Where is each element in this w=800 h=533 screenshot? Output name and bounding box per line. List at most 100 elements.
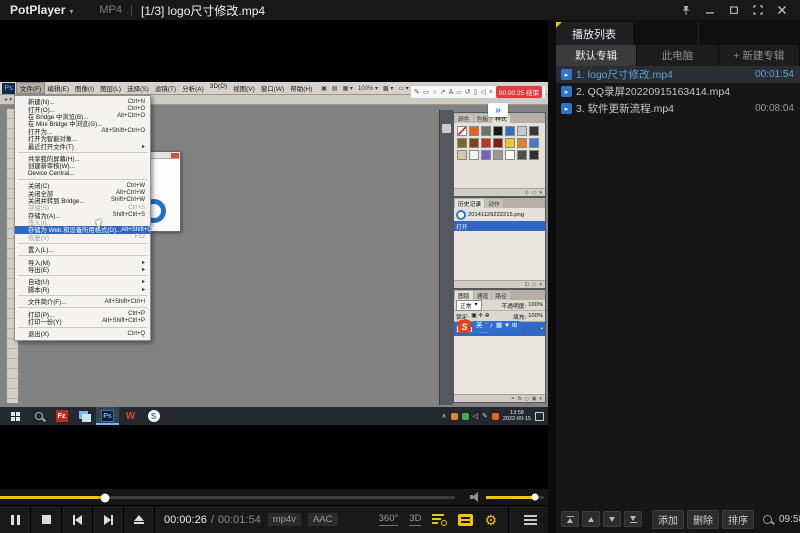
subtitle-button[interactable] <box>458 514 473 526</box>
filezilla-icon: Fz <box>50 407 73 425</box>
playlist-item[interactable]: ▸1. logo尺寸修改.mp400:01:54 <box>556 66 800 83</box>
move-down-button[interactable] <box>603 511 621 527</box>
audio-codec-badge: AAC <box>308 513 338 526</box>
taskbar-search-icon <box>27 407 50 425</box>
media-file-icon: ▸ <box>561 86 572 97</box>
open-eject-button[interactable] <box>124 506 155 533</box>
playlist-search-icon[interactable] <box>432 514 447 526</box>
style-swatch <box>469 150 479 160</box>
playlist-search-button[interactable] <box>763 515 772 524</box>
recorder-tool-icon: A <box>449 89 454 96</box>
mode-360-button[interactable]: 360° <box>379 513 399 526</box>
ps-menu-item: 图像(I) <box>72 83 97 93</box>
ps-logo: Ps <box>2 83 15 94</box>
style-swatch <box>505 150 515 160</box>
volume-knob[interactable] <box>532 494 539 501</box>
menu-item-shortcut: Ctrl+W <box>127 183 146 189</box>
playlist-item[interactable]: ▸ 2. QQ录屏20220915163414.mp4 <box>556 83 800 100</box>
recorder-tool-icon: ↺ <box>465 89 471 96</box>
menu-item-shortcut: ▸ <box>142 143 145 150</box>
current-time: 00:00:26 <box>164 514 207 526</box>
ps-menu-item: 视图(V) <box>230 83 258 93</box>
clock: 09:58 <box>779 514 800 525</box>
sogou-taskbar-icon: S <box>142 407 165 425</box>
video-surface[interactable]: Ps 文件(F)编辑(E)图像(I)图层(L)选择(S)滤镜(T)分析(A)3D… <box>0 20 548 488</box>
delete-button[interactable]: 删除 <box>687 510 719 529</box>
next-button[interactable] <box>93 506 124 533</box>
move-up-button[interactable] <box>582 511 600 527</box>
stop-button[interactable] <box>31 506 62 533</box>
mode-3d-button[interactable]: 3D <box>409 513 421 526</box>
panel-tab: 路径 <box>492 291 510 300</box>
album-tab[interactable]: 默认专辑 <box>556 45 637 66</box>
recorder-stop-button: 00:00:25 结束 <box>496 86 542 98</box>
playlist-empty-area[interactable] <box>556 117 800 505</box>
menu-item-shortcut: Alt+Shift+Ctrl+I <box>104 299 145 305</box>
settings-gear-icon[interactable]: ⚙ <box>484 513 497 527</box>
volume-icon[interactable] <box>470 492 481 502</box>
seek-bar[interactable] <box>0 496 455 499</box>
sort-button[interactable]: 排序 <box>722 510 754 529</box>
previous-button[interactable] <box>62 506 93 533</box>
ps-option-icon: ▸ ▾ <box>5 97 12 103</box>
ps-appbar-icon: ▤ <box>332 85 338 92</box>
opacity-label: 不透明度: <box>501 301 526 310</box>
controls-divider <box>508 506 509 533</box>
app-title[interactable]: PotPlayer <box>10 3 65 17</box>
tab-playlist[interactable]: 播放列表 <box>556 22 632 45</box>
playlist-toolbar: 添加 删除 排序 09:58 <box>556 505 800 533</box>
style-swatch <box>457 138 467 148</box>
ps-menu-item: 3D(D) <box>207 83 230 93</box>
move-bottom-button[interactable] <box>624 511 642 527</box>
recorder-tool-icon: ▭ <box>423 89 430 96</box>
opacity-value: 100% <box>528 302 543 308</box>
volume-slider[interactable] <box>486 496 544 499</box>
recorder-tool-icon: ◁ <box>480 89 485 96</box>
start-button-icon <box>4 407 27 425</box>
close-button[interactable] <box>770 0 794 20</box>
maximize-button[interactable] <box>722 0 746 20</box>
windows-taskbar: Fz Ps W S ∧ ◁ ✎ 13:5 <box>0 407 548 425</box>
menu-item-shortcut: Ctrl+S <box>128 205 145 211</box>
ps-appbar-icon: ▭ ▾ <box>398 85 408 92</box>
style-swatch <box>529 138 539 148</box>
history-step-label: 打开 <box>456 222 468 231</box>
titlebar[interactable]: PotPlayer ▾ MP4 [1/3] logo尺寸修改.mp4 <box>0 0 800 20</box>
volume-fill <box>486 496 535 499</box>
notification-center-icon <box>535 412 544 421</box>
menu-item-label: 最近打开文件(T) <box>28 142 74 151</box>
panel-tab: 颜色 <box>455 114 473 123</box>
sogou-icon: 英 <box>476 323 483 330</box>
pause-button[interactable] <box>0 506 31 533</box>
seek-knob[interactable] <box>100 493 109 502</box>
album-tab[interactable]: + 新建专辑 <box>719 45 800 66</box>
pin-button[interactable] <box>674 0 698 20</box>
menu-item-label: 置入(L)... <box>28 245 54 254</box>
file-menu-item: 最近打开文件(T) ▸ <box>15 142 150 149</box>
sogou-icon: ′ <box>486 323 487 330</box>
menu-item-shortcut: Shift+Ctrl+W <box>111 197 145 203</box>
file-menu-item: 创建新审核(W)... <box>15 162 150 169</box>
fullscreen-button[interactable] <box>746 0 770 20</box>
album-tab[interactable]: 此电脑 <box>637 45 718 66</box>
menu-item-label: 脚本(R) <box>28 285 49 294</box>
ps-dock-icon <box>442 124 451 133</box>
file-menu-item: Device Central... <box>15 170 150 177</box>
playlist-item-title: 1. logo尺寸修改.mp4 <box>576 67 751 82</box>
tray-speaker-icon: ◁ <box>473 412 478 420</box>
move-top-button[interactable] <box>561 511 579 527</box>
media-file-icon: ▸ <box>561 69 572 80</box>
app-menu-chevron-icon[interactable]: ▾ <box>69 7 73 16</box>
style-swatch <box>481 138 491 148</box>
playlist-panel: 播放列表 默认专辑此电脑+ 新建专辑 ▸1. logo尺寸修改.mp400:01… <box>548 20 800 533</box>
ps-appbar-icon: ▣ <box>321 85 327 92</box>
menu-item-shortcut: ▸ <box>142 278 145 285</box>
playlist-item-title: 2. QQ录屏20220915163414.mp4 <box>576 84 790 99</box>
sogou-icon: ▦ <box>496 323 502 330</box>
playlist-item[interactable]: ▸3. 软件更新流程.mp400:08:04 <box>556 100 800 117</box>
minimize-button[interactable] <box>698 0 722 20</box>
add-button[interactable]: 添加 <box>652 510 684 529</box>
panel-tab: 动作 <box>485 199 503 208</box>
playlist-item-title: 3. 软件更新流程.mp4 <box>576 101 751 116</box>
menu-hamburger-icon[interactable] <box>520 515 548 525</box>
